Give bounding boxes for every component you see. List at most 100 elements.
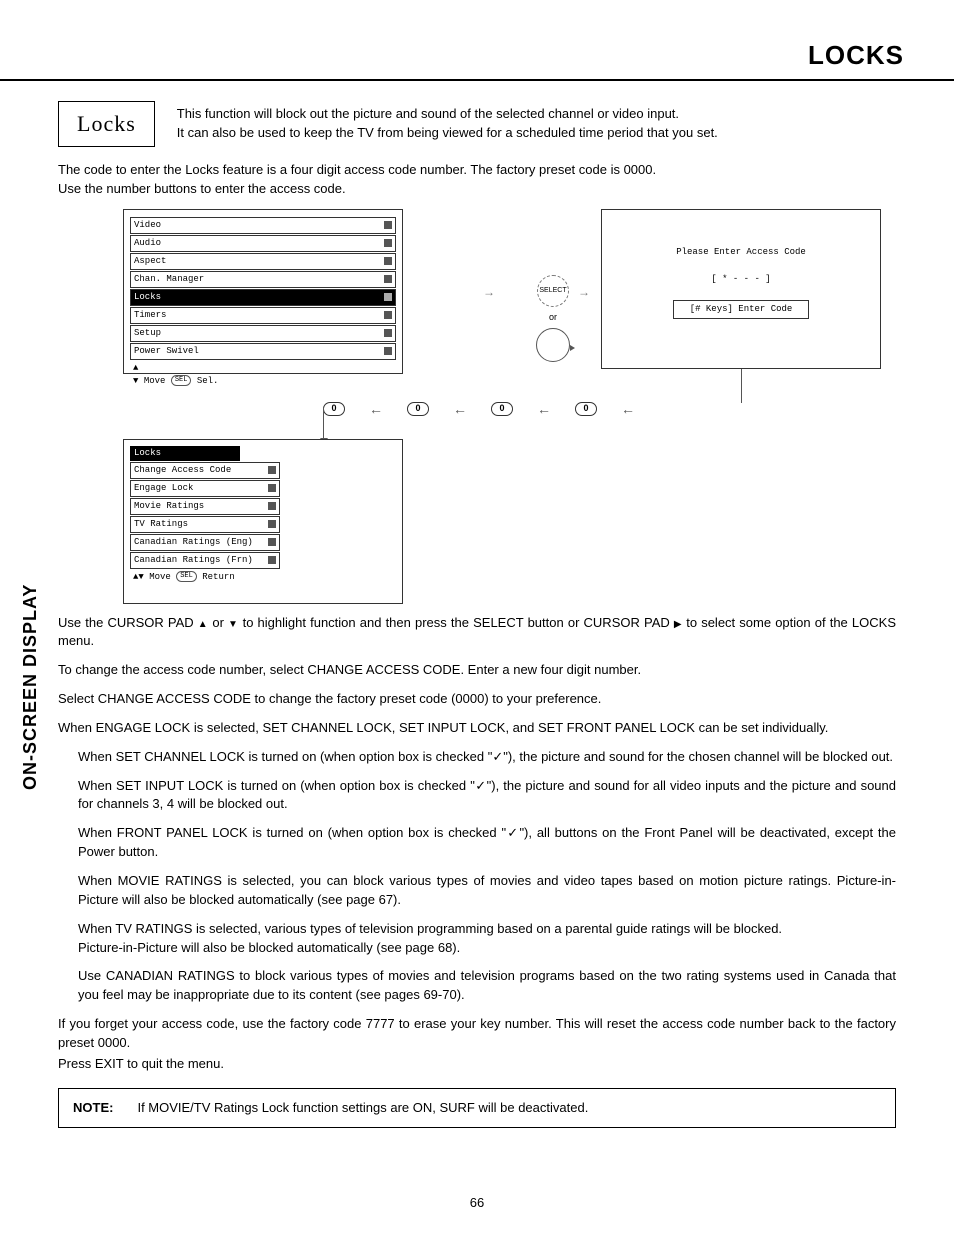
arrow-left-icon: ← xyxy=(453,399,467,419)
locks-submenu-item: TV Ratings xyxy=(130,516,280,533)
indicator-icon xyxy=(268,556,276,564)
access-code-title: Please Enter Access Code xyxy=(608,246,874,259)
indicator-icon xyxy=(384,311,392,319)
change-code-1: To change the access code number, select… xyxy=(58,661,896,680)
indicator-icon xyxy=(268,466,276,474)
forgot-code-para: If you forget your access code, use the … xyxy=(58,1015,896,1053)
side-tab-on-screen-display: ON-SCREEN DISPLAY xyxy=(20,584,41,790)
access-para: The code to enter the Locks feature is a… xyxy=(58,161,896,199)
access-line-1: The code to enter the Locks feature is a… xyxy=(58,162,656,177)
select-button-icon: SELECT xyxy=(537,275,569,307)
arrow-left-icon: ← xyxy=(621,399,635,419)
txt: Picture-in-Picture will also be blocked … xyxy=(78,940,460,955)
osd-menu-item: Power Swivel xyxy=(130,343,396,360)
osd-menu-item: Video xyxy=(130,217,396,234)
osd-menu-label: Setup xyxy=(134,327,161,340)
cursor-ring-icon xyxy=(536,328,570,362)
txt: When FRONT PANEL LOCK is turned on (when… xyxy=(78,825,506,840)
txt: When SET INPUT LOCK is turned on (when o… xyxy=(78,778,475,793)
osd-menu-label: Locks xyxy=(134,291,161,304)
txt: When SET CHANNEL LOCK is turned on (when… xyxy=(78,749,492,764)
arrow-right-icon: → xyxy=(578,284,590,301)
sel-key-pill: SEL xyxy=(176,571,197,582)
change-code-2: Select CHANGE ACCESS CODE to change the … xyxy=(58,690,896,709)
locks-badge: Locks xyxy=(58,101,155,147)
osd-menu-label: Video xyxy=(134,219,161,232)
txt: Use the CURSOR PAD xyxy=(58,615,198,630)
indicator-icon xyxy=(384,347,392,355)
access-code-hint: [# Keys] Enter Code xyxy=(673,300,810,319)
cursor-instruction: Use the CURSOR PAD or to highlight funct… xyxy=(58,614,896,652)
note-box: NOTE: If MOVIE/TV Ratings Lock function … xyxy=(58,1088,896,1129)
locks-submenu-label: Movie Ratings xyxy=(134,500,204,513)
txt: "), the picture and sound for the chosen… xyxy=(503,749,893,764)
osd-menu-label: Chan. Manager xyxy=(134,273,204,286)
intro-row: Locks This function will block out the p… xyxy=(58,101,896,147)
osd-menu-item: Chan. Manager xyxy=(130,271,396,288)
front-panel-lock-para: When FRONT PANEL LOCK is turned on (when… xyxy=(78,824,896,862)
zero-buttons-row: 0 ← 0 ← 0 ← 0 ← xyxy=(323,399,635,419)
tv-ratings-para: When TV RATINGS is selected, various typ… xyxy=(78,920,896,958)
indicator-icon xyxy=(384,239,392,247)
access-code-mask: [ * - - - ] xyxy=(608,273,874,286)
locks-submenu-item: Canadian Ratings (Eng) xyxy=(130,534,280,551)
osd-menu-label: Aspect xyxy=(134,255,166,268)
indicator-icon xyxy=(268,520,276,528)
osd-main-footer: ▲▼ Move SEL Sel. xyxy=(130,362,396,388)
osd-locks-footer: ▲▼ Move SEL Return xyxy=(130,571,396,584)
note-text: If MOVIE/TV Ratings Lock function settin… xyxy=(137,1099,588,1118)
check-icon xyxy=(492,749,503,764)
connector-line-icon xyxy=(741,369,742,403)
indicator-icon xyxy=(268,538,276,546)
locks-submenu-label: Engage Lock xyxy=(134,482,193,495)
content-area: Locks This function will block out the p… xyxy=(0,81,954,1128)
osd-menu-item: Audio xyxy=(130,235,396,252)
osd-menu-item: Setup xyxy=(130,325,396,342)
page-number: 66 xyxy=(0,1195,954,1210)
intro-line-1: This function will block out the picture… xyxy=(177,106,679,121)
locks-submenu-title-text: Locks xyxy=(134,447,161,460)
digit-button-0: 0 xyxy=(407,402,429,416)
locks-submenu-title: Locks xyxy=(130,446,240,461)
locks-submenu-item: Movie Ratings xyxy=(130,498,280,515)
hint-return: Return xyxy=(202,572,234,582)
check-icon xyxy=(475,778,487,793)
osd-menu-item: Timers xyxy=(130,307,396,324)
osd-main-menu-panel: Video Audio Aspect Chan. Manager Locks Timers… xyxy=(123,209,403,374)
sel-key-pill: SEL xyxy=(171,375,192,386)
locks-submenu-label: Change Access Code xyxy=(134,464,231,477)
arrow-left-icon: ← xyxy=(369,399,383,419)
indent-block: When SET CHANNEL LOCK is turned on (when… xyxy=(58,748,896,1005)
page-title: LOCKS xyxy=(50,40,904,71)
canadian-ratings-para: Use CANADIAN RATINGS to block various ty… xyxy=(78,967,896,1005)
hint-move: Move xyxy=(149,572,171,582)
osd-locks-submenu-panel: Locks Change Access Code Engage Lock Movie… xyxy=(123,439,403,604)
arrow-right-icon: → xyxy=(483,284,495,301)
locks-submenu-label: Canadian Ratings (Eng) xyxy=(134,536,253,549)
hint-move: Move xyxy=(144,376,166,386)
locks-submenu-item: Change Access Code xyxy=(130,462,280,479)
locks-submenu-item: Canadian Ratings (Frn) xyxy=(130,552,280,569)
hint-sel: Sel. xyxy=(197,376,219,386)
osd-menu-item: Locks xyxy=(130,289,396,306)
indicator-icon xyxy=(268,484,276,492)
txt: or xyxy=(208,615,228,630)
arrow-left-icon: ← xyxy=(537,399,551,419)
movie-ratings-para: When MOVIE RATINGS is selected, you can … xyxy=(78,872,896,910)
engage-lock-para: When ENGAGE LOCK is selected, SET CHANNE… xyxy=(58,719,896,738)
indicator-icon xyxy=(268,502,276,510)
indicator-icon xyxy=(384,275,392,283)
arrow-right-icon xyxy=(674,615,682,630)
txt: When TV RATINGS is selected, various typ… xyxy=(78,921,782,936)
page-header: LOCKS xyxy=(0,0,954,81)
check-icon xyxy=(506,825,519,840)
indicator-icon xyxy=(384,293,392,301)
or-label: or xyxy=(518,311,588,324)
indicator-icon xyxy=(384,221,392,229)
osd-menu-label: Power Swivel xyxy=(134,345,199,358)
locks-submenu-label: TV Ratings xyxy=(134,518,188,531)
digit-button-0: 0 xyxy=(575,402,597,416)
intro-text: This function will block out the picture… xyxy=(177,105,896,143)
set-channel-lock-para: When SET CHANNEL LOCK is turned on (when… xyxy=(78,748,896,767)
intro-line-2: It can also be used to keep the TV from … xyxy=(177,125,718,140)
